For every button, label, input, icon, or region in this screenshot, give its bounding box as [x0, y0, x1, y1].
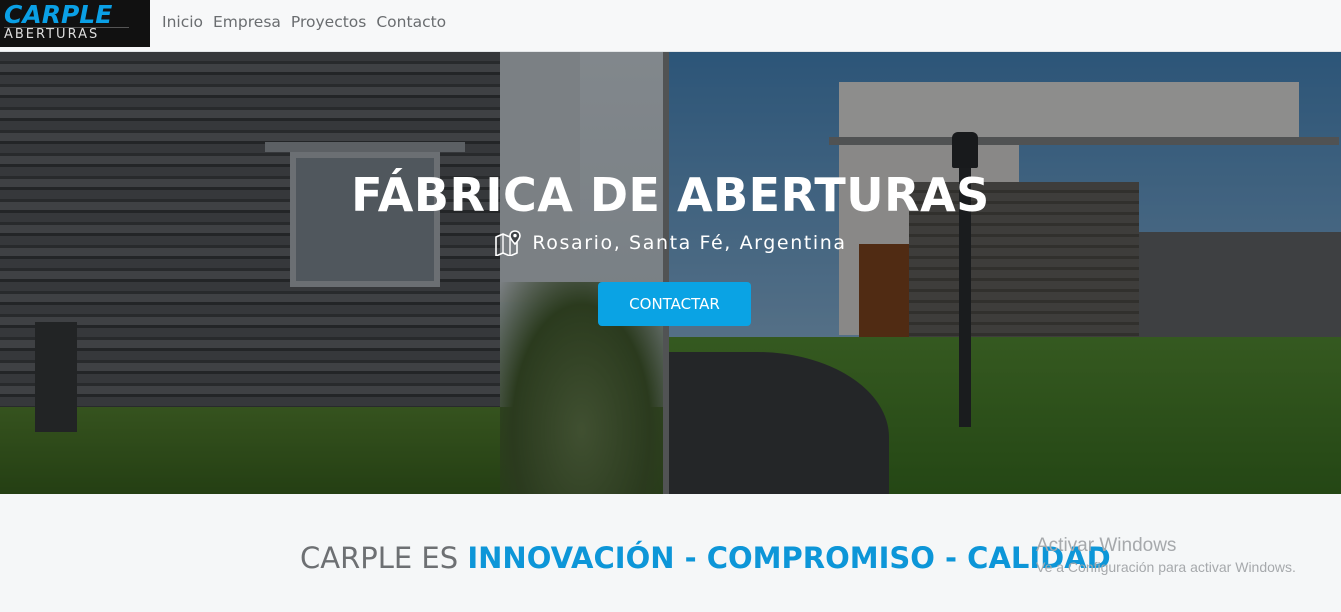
tagline-values: INNOVACIÓN - COMPROMISO - CALIDAD — [467, 541, 1111, 575]
main-nav: Inicio Empresa Proyectos Contacto — [162, 13, 446, 31]
nav-link-contacto[interactable]: Contacto — [376, 13, 446, 31]
nav-link-empresa[interactable]: Empresa — [213, 13, 281, 31]
nav-link-inicio[interactable]: Inicio — [162, 13, 203, 31]
hero-banner: FÁBRICA DE ABERTURAS Rosario, Santa Fé, … — [0, 52, 1341, 494]
tagline: CARPLE ES INNOVACIÓN - COMPROMISO - CALI… — [300, 541, 1111, 575]
map-icon — [495, 230, 522, 256]
brand-logo[interactable]: CARPLE ABERTURAS — [0, 0, 150, 47]
logo-subtitle: ABERTURAS — [4, 27, 100, 42]
logo-wordmark: CARPLE — [4, 0, 113, 29]
windows-activation-title: Activar Windows — [1036, 535, 1177, 556]
hero-dark-overlay — [0, 52, 1341, 494]
navbar: CARPLE ABERTURAS Inicio Empresa Proyecto… — [0, 0, 1341, 52]
nav-link-proyectos[interactable]: Proyectos — [291, 13, 366, 31]
hero-location-text: Rosario, Santa Fé, Argentina — [532, 232, 847, 254]
hero-title: FÁBRICA DE ABERTURAS — [351, 168, 990, 222]
contactar-button[interactable]: CONTACTAR — [598, 282, 751, 326]
tagline-prefix: CARPLE ES — [300, 541, 468, 575]
windows-activation-subtitle: Ve a Configuración para activar Windows. — [1036, 559, 1296, 575]
hero-location-row: Rosario, Santa Fé, Argentina — [0, 230, 1341, 256]
